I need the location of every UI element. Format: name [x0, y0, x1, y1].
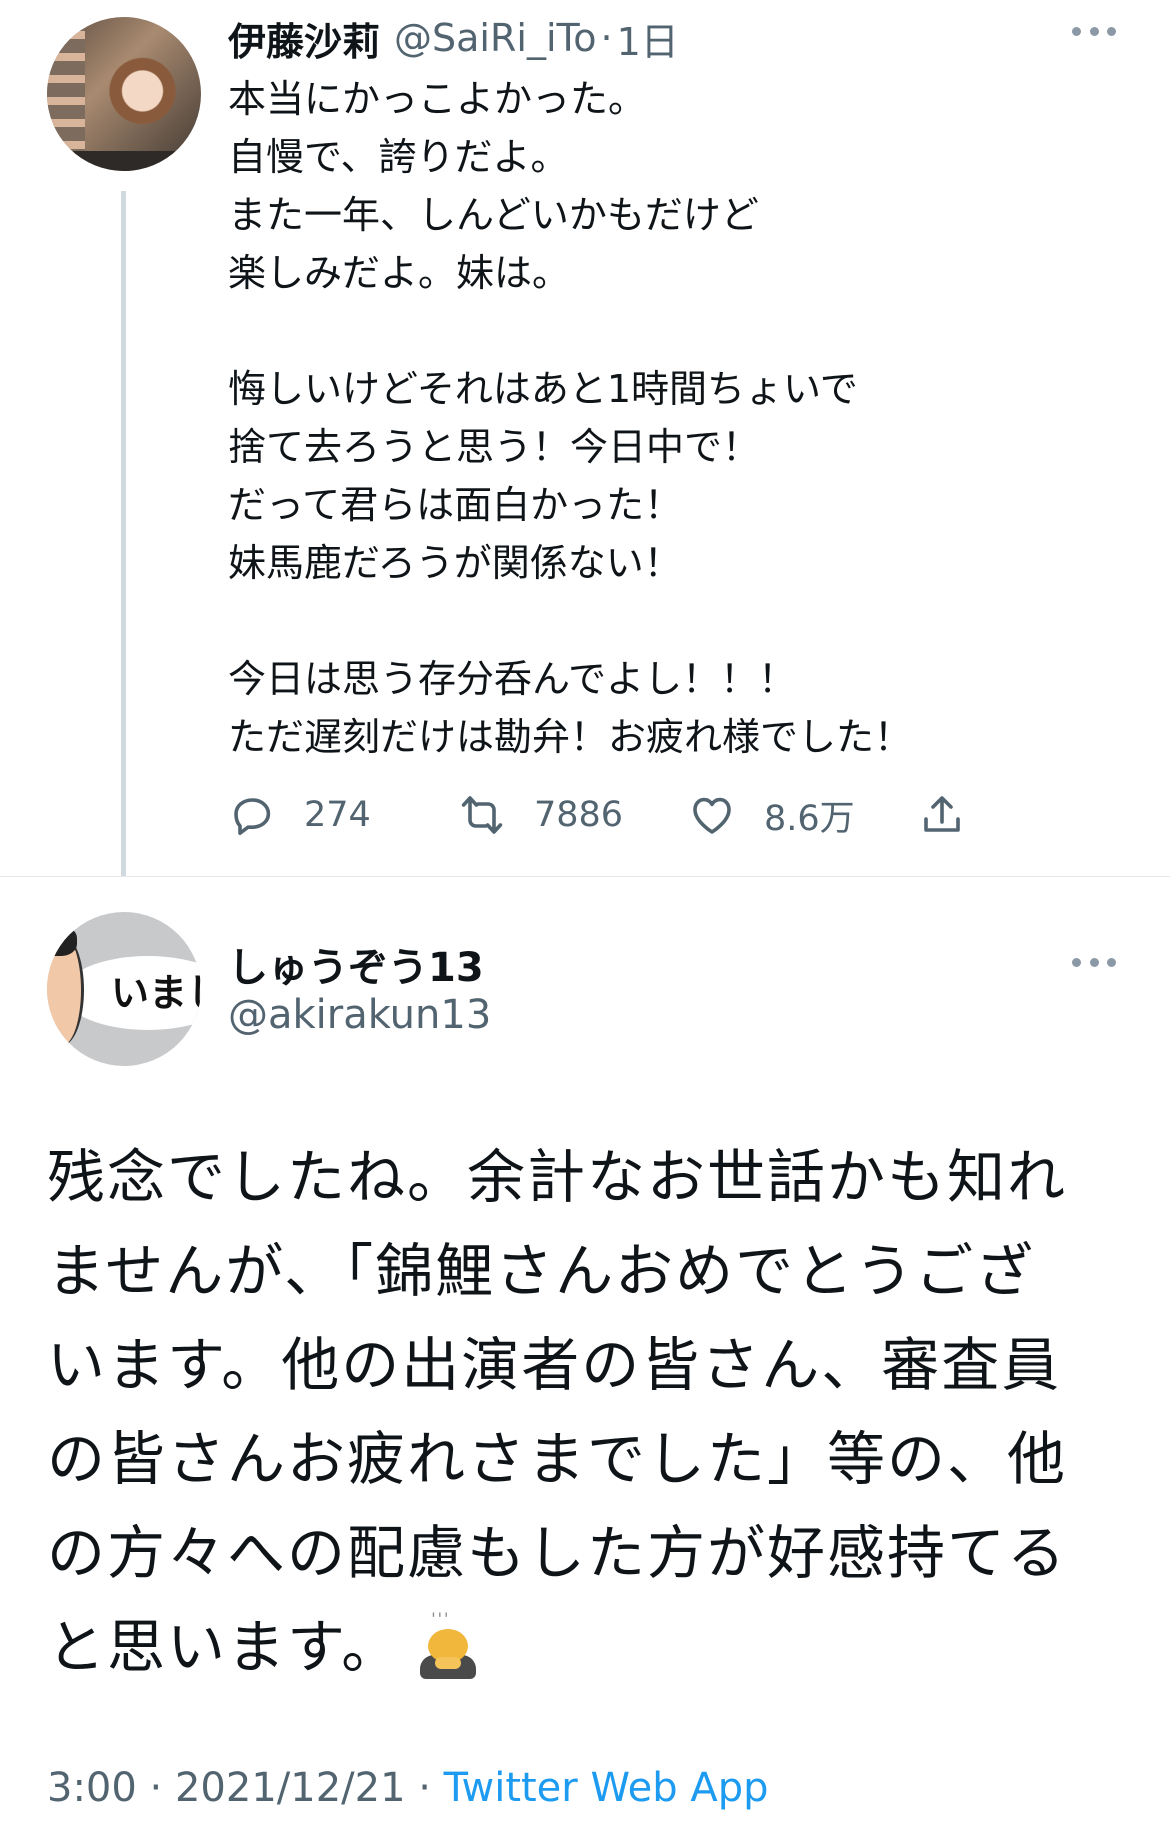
tweet-line: います。他の出演者の皆さん、審査員: [47, 1331, 1062, 1399]
more-horizontal-icon[interactable]: [1072, 24, 1116, 38]
author-name[interactable]: しゅうぞう13: [228, 935, 484, 993]
heart-icon: [693, 797, 731, 834]
divider: [0, 876, 1170, 877]
tweet-line-text: と思います。: [47, 1613, 402, 1681]
tweet-line: 残念でしたね。余計なお世話かも知れ: [47, 1143, 1068, 1211]
retweet-icon: [461, 796, 503, 834]
like-button[interactable]: 8.6万: [688, 785, 855, 845]
thread-line: [121, 191, 126, 876]
avatar-hair: [47, 926, 77, 956]
tweet-line: 捨て去ろうと思う！今日中で！: [228, 425, 761, 469]
avatar-photo-detail: [47, 151, 201, 171]
reply-button[interactable]: 274: [228, 785, 371, 845]
more-horizontal-icon[interactable]: [1072, 955, 1116, 969]
author-avatar[interactable]: [47, 17, 201, 171]
tweet-text: 残念でしたね。余計なお世話かも知れ ませんが、「錦鯉さんおめでとうござ います。…: [47, 1130, 1127, 1694]
tweet-meta: 3:00 · 2021/12/21 · Twitter Web App: [47, 1765, 769, 1811]
retweet-count: 7886: [534, 795, 624, 835]
author-avatar[interactable]: いまし: [47, 912, 201, 1066]
tweet-timestamp[interactable]: 3:00 · 2021/12/21 ·: [47, 1765, 444, 1811]
tweet-line: また一年、しんどいかもだけど: [228, 193, 759, 237]
tweet-line: 今日は思う存分呑んでよし！！！: [228, 657, 797, 701]
tweet-text: 本当にかっこよかった。 自慢で、誇りだよ。 また一年、しんどいかもだけど 楽しみ…: [228, 70, 1108, 766]
tweet-line: 本当にかっこよかった。: [228, 77, 647, 121]
author-handle[interactable]: @SaiRi_iTo: [394, 16, 597, 60]
tweet-line: の皆さんお疲れさまでした」等の、他: [47, 1425, 1068, 1493]
tweet-line: 楽しみだよ。妹は。: [228, 251, 571, 295]
tweet-line: 自慢で、誇りだよ。: [228, 135, 569, 179]
author-name[interactable]: 伊藤沙莉: [228, 11, 380, 66]
reply-tweet[interactable]: 伊藤沙莉 @SaiRi_iTo · 1日 本当にかっこよかった。 自慢で、誇りだ…: [0, 0, 1170, 876]
tweet-line: と思います。 ''': [47, 1600, 1127, 1694]
tweet-line: ませんが、「錦鯉さんおめでとうござ: [47, 1237, 1036, 1305]
person-bowing-emoji: ''': [417, 1611, 479, 1679]
tweet-line: だって君らは面白かった！: [228, 483, 683, 527]
tweet-header: 伊藤沙莉 @SaiRi_iTo · 1日: [228, 10, 679, 66]
tweet-line: 悔しいけどそれはあと1時間ちょいで: [228, 367, 858, 411]
tweet-line: 妹馬鹿だろうが関係ない！: [228, 541, 682, 585]
tweet-time[interactable]: 1日: [617, 11, 679, 66]
share-button[interactable]: [918, 785, 966, 845]
avatar-photo-detail: [47, 17, 85, 171]
tweet-line: ただ遅刻だけは勘弁！お疲れ様でした！: [228, 715, 913, 759]
reply-count: 274: [304, 795, 371, 835]
like-count: 8.6万: [764, 798, 855, 839]
tweet-line: [228, 592, 1108, 650]
time-separator: ·: [600, 16, 613, 60]
tweet-line: [228, 302, 1108, 360]
tweet-source-link[interactable]: Twitter Web App: [444, 1765, 769, 1811]
author-handle[interactable]: @akirakun13: [228, 992, 491, 1038]
tweet-actions: 274 7886 8.6万: [228, 785, 988, 845]
tweet-line: の方々への配慮もした方が好感持てる: [47, 1519, 1068, 1587]
reply-icon: [234, 798, 271, 835]
retweet-button[interactable]: 7886: [458, 785, 623, 845]
share-icon: [924, 796, 960, 832]
